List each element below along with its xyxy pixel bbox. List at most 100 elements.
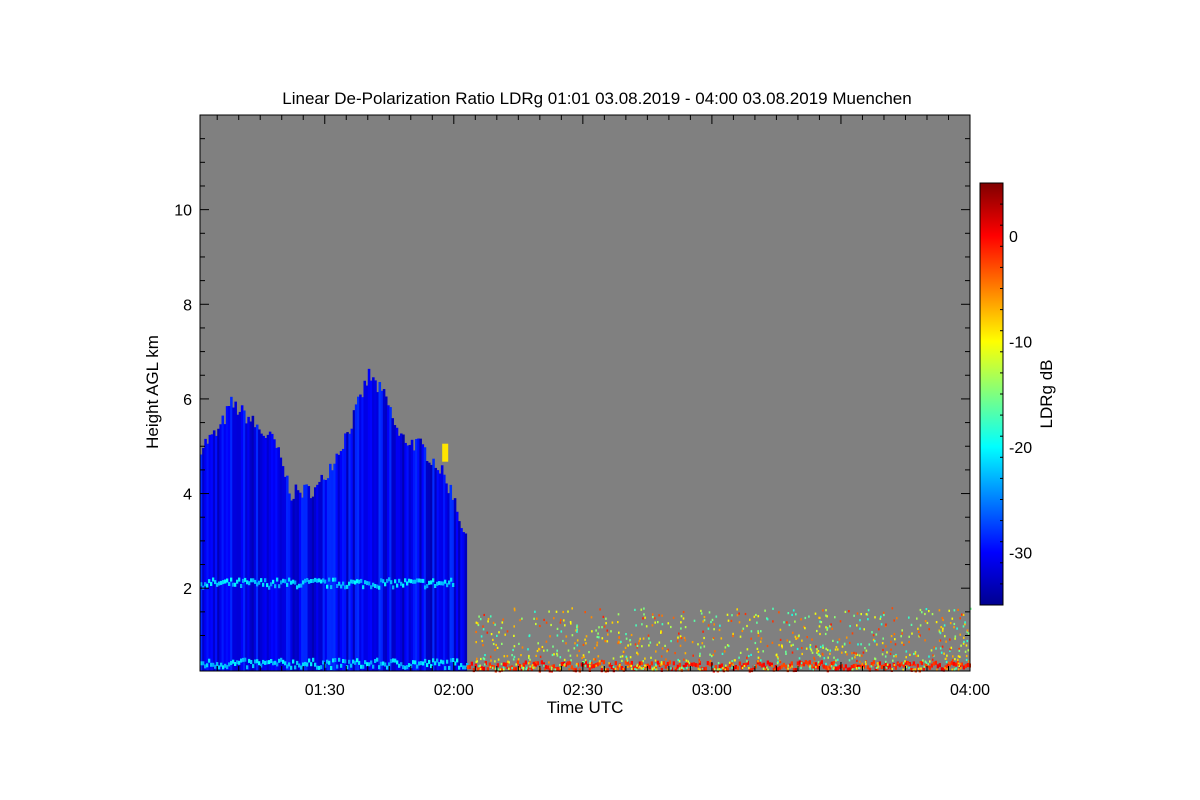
feature-mark (941, 645, 944, 648)
feature-mark (548, 610, 550, 613)
feature-mark (314, 577, 317, 582)
feature-mark (394, 658, 397, 663)
feature-mark (352, 579, 355, 584)
feature-mark (624, 646, 627, 649)
feature-mark (286, 582, 289, 587)
feature-mark (849, 625, 851, 628)
feature-mark (426, 584, 429, 589)
feature-mark (402, 583, 405, 588)
feature-mark (773, 668, 776, 671)
feature-mark (767, 668, 769, 671)
feature-mark (614, 661, 617, 666)
feature-mark (252, 664, 255, 669)
feature-mark (672, 616, 675, 619)
feature-mark (638, 640, 641, 643)
feature-mark (640, 608, 643, 611)
feature-mark (865, 649, 868, 652)
feature-mark (422, 578, 425, 583)
feature-mark (882, 648, 884, 652)
feature-mark (701, 642, 704, 645)
feature-mark (914, 664, 916, 667)
feature-mark (503, 655, 506, 658)
feature-mark (657, 621, 659, 624)
feature-mark (348, 659, 351, 664)
feature-mark (218, 581, 221, 586)
feature-mark (380, 578, 383, 583)
feature-mark (734, 665, 737, 669)
feature-mark (889, 667, 892, 670)
feature-mark (703, 636, 705, 640)
feature-mark (390, 659, 393, 664)
feature-mark (610, 630, 612, 633)
feature-mark (336, 584, 339, 588)
feature-mark (724, 668, 727, 671)
feature-mark (502, 618, 504, 621)
feature-mark (894, 665, 897, 670)
feature-mark (964, 650, 967, 653)
feature-mark (284, 661, 287, 666)
feature-mark (612, 665, 615, 669)
feature-mark (859, 627, 861, 630)
feature-mark (639, 637, 641, 640)
feature-mark (956, 627, 958, 630)
feature-mark (560, 630, 563, 633)
feature-mark (677, 658, 679, 662)
y-tick-label: 6 (183, 392, 192, 409)
feature-mark (507, 660, 509, 663)
feature-mark (452, 658, 455, 662)
feature-mark (858, 667, 861, 670)
feature-mark (800, 618, 802, 621)
feature-mark (578, 649, 581, 652)
feature-mark (210, 582, 213, 586)
feature-mark (893, 619, 895, 622)
feature-mark (362, 664, 365, 669)
feature-mark (565, 635, 568, 638)
feature-mark (919, 624, 922, 627)
feature-mark (714, 650, 716, 653)
feature-mark (962, 613, 965, 616)
feature-mark (617, 621, 619, 624)
feature-mark (778, 611, 780, 614)
feature-mark (601, 626, 603, 629)
feature-mark (502, 666, 505, 669)
feature-mark (494, 667, 497, 670)
feature-mark (529, 665, 531, 668)
feature-mark (630, 660, 633, 665)
feature-mark (718, 668, 721, 671)
feature-mark (468, 665, 471, 670)
feature-mark (838, 638, 841, 641)
feature-mark (708, 662, 711, 667)
feature-mark (464, 665, 467, 670)
feature-mark (292, 659, 295, 664)
feature-mark (726, 613, 729, 616)
feature-mark (834, 666, 837, 671)
feature-mark (537, 642, 539, 645)
feature-mark (642, 637, 645, 640)
feature-mark (951, 659, 954, 662)
feature-mark (687, 660, 689, 663)
feature-mark (749, 618, 751, 621)
feature-mark (318, 578, 321, 583)
feature-mark (240, 584, 243, 588)
feature-mark (204, 664, 207, 669)
feature-mark (731, 666, 733, 669)
feature-mark (834, 648, 837, 651)
feature-mark (966, 663, 969, 667)
feature-mark (768, 662, 771, 667)
feature-mark (414, 660, 417, 665)
feature-mark (886, 663, 889, 666)
feature-mark (791, 613, 793, 616)
feature-mark (918, 667, 920, 670)
feature-mark (685, 659, 688, 662)
feature-mark (964, 664, 967, 669)
feature-mark (792, 643, 794, 646)
feature-mark (248, 658, 251, 663)
feature-mark (535, 622, 537, 626)
feature-mark (563, 658, 566, 661)
feature-mark (408, 663, 411, 668)
feature-mark (952, 655, 954, 658)
feature-mark (880, 665, 883, 669)
feature-mark (556, 654, 559, 657)
feature-mark (931, 658, 934, 661)
feature-mark (344, 659, 347, 664)
